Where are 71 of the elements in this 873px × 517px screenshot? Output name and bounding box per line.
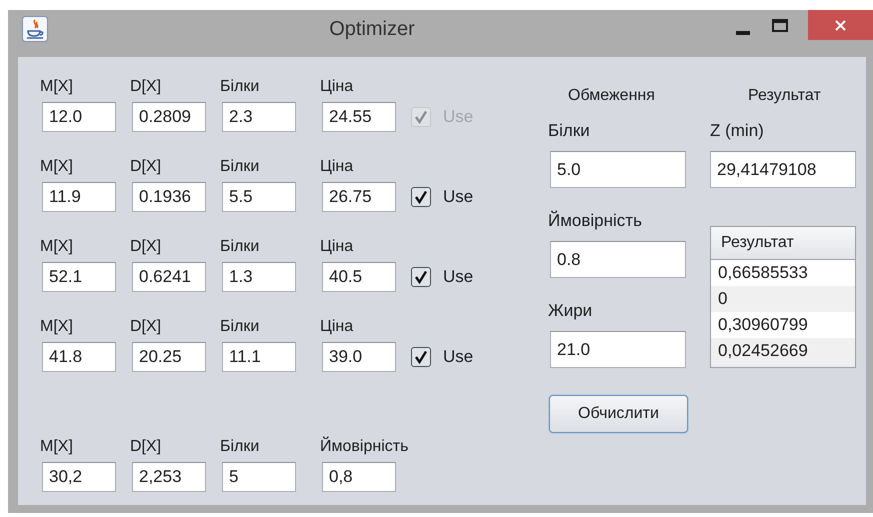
text-field[interactable]: 0.2809 <box>132 102 206 132</box>
checkbox[interactable] <box>411 267 431 287</box>
field-label: Білки <box>220 438 260 455</box>
checkbox[interactable] <box>411 187 431 207</box>
close-button[interactable] <box>808 10 873 40</box>
minimize-icon[interactable] <box>736 30 750 34</box>
section-heading: Результат <box>748 86 822 104</box>
text-field[interactable]: 39.0 <box>322 342 396 372</box>
column-header[interactable]: Результат <box>711 227 855 260</box>
text-field[interactable]: 12.0 <box>42 102 116 132</box>
table-cell: 0,30960799 <box>711 312 855 338</box>
text-field[interactable]: 5 <box>222 462 296 492</box>
field-label: M[X] <box>40 318 73 335</box>
checkbox-label[interactable]: Use <box>443 344 474 370</box>
table-cell: 0,66585533 <box>711 260 855 286</box>
text-field[interactable]: 30,2 <box>42 462 116 492</box>
field-label: Ймовірність <box>548 210 643 228</box>
checkbox[interactable] <box>411 347 431 367</box>
field-label: M[X] <box>40 78 73 95</box>
field-label: Білки <box>548 120 591 138</box>
table-cell: 0,02452669 <box>711 338 855 364</box>
text-field[interactable]: 2.3 <box>222 102 296 132</box>
field-label: D[X] <box>130 78 162 95</box>
text-field[interactable]: 11.1 <box>222 342 296 372</box>
text-field[interactable]: 0,8 <box>322 462 396 492</box>
field-label: D[X] <box>130 438 162 455</box>
section-heading: Обмеження <box>568 86 656 104</box>
text-field[interactable]: 26.75 <box>322 182 396 212</box>
field-label: Z (min) <box>710 120 765 138</box>
text-field[interactable]: 0.6241 <box>132 262 206 292</box>
text-field[interactable]: 5.5 <box>222 182 296 212</box>
checkbox-label[interactable]: Use <box>443 184 474 210</box>
field-label: Білки <box>220 238 260 255</box>
text-field[interactable]: 20.25 <box>132 342 206 372</box>
check-icon <box>414 350 428 364</box>
field-label: Ціна <box>320 78 354 95</box>
text-field[interactable]: 11.9 <box>42 182 116 212</box>
maximize-icon[interactable] <box>772 19 788 32</box>
field-label: D[X] <box>130 238 162 255</box>
text-field[interactable]: 24.55 <box>322 102 396 132</box>
close-icon[interactable] <box>835 20 846 30</box>
field-label: D[X] <box>130 318 162 335</box>
text-field[interactable]: 0.8 <box>550 241 686 278</box>
field-label: Білки <box>220 158 260 175</box>
text-field[interactable]: 29,41479108 <box>710 151 856 188</box>
text-field[interactable]: 0.1936 <box>132 182 206 212</box>
field-label: M[X] <box>40 238 73 255</box>
text-field[interactable]: 1.3 <box>222 262 296 292</box>
field-label: Ціна <box>320 318 354 335</box>
field-label: Білки <box>220 318 260 335</box>
text-field[interactable]: 5.0 <box>550 151 686 188</box>
text-field[interactable]: 41.8 <box>42 342 116 372</box>
check-icon <box>414 190 428 204</box>
check-icon <box>414 270 428 284</box>
app-icon <box>22 16 48 42</box>
field-label: D[X] <box>130 158 162 175</box>
window-title: Optimizer <box>328 16 416 42</box>
field-label: Жири <box>548 300 594 318</box>
field-label: Білки <box>220 78 260 95</box>
checkbox-label[interactable]: Use <box>443 264 474 290</box>
field-label: Ймовірність <box>320 438 408 455</box>
text-field[interactable]: 40.5 <box>322 262 396 292</box>
table-cell: 0 <box>711 286 855 312</box>
field-label: M[X] <box>40 158 73 175</box>
field-label: M[X] <box>40 438 73 455</box>
text-field[interactable]: 2,253 <box>132 462 206 492</box>
field-label: Ціна <box>320 238 354 255</box>
field-label: Ціна <box>320 158 354 175</box>
calculate-button[interactable]: Обчислити <box>549 395 688 433</box>
text-field[interactable]: 21.0 <box>550 331 686 368</box>
text-field[interactable]: 52.1 <box>42 262 116 292</box>
